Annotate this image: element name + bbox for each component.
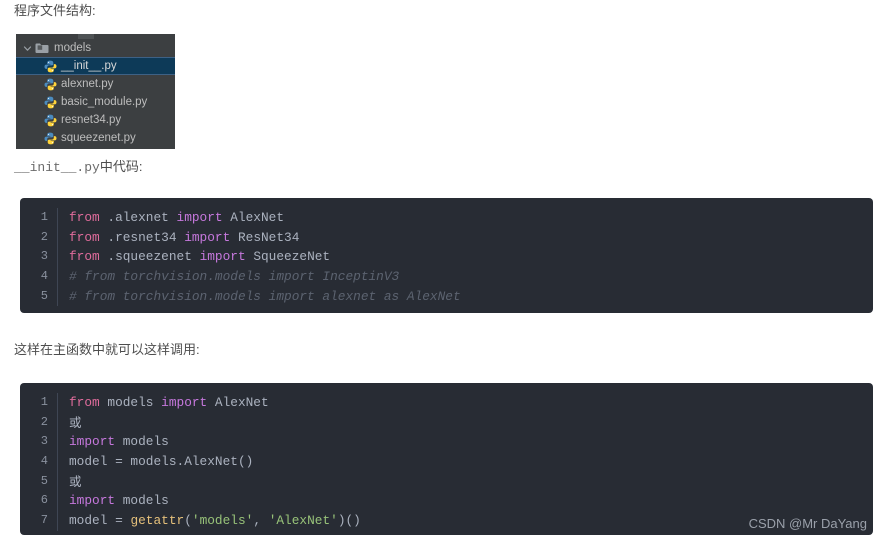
- code-token: ResNet34: [230, 229, 300, 245]
- code-token: 或: [69, 473, 82, 489]
- python-file-icon: [44, 132, 57, 145]
- code-text: import models: [58, 432, 873, 452]
- caption-init-suffix: 中代码:: [99, 159, 143, 174]
- line-number: 3: [40, 434, 48, 449]
- chevron-down-icon[interactable]: [22, 43, 33, 54]
- line-number: 5: [40, 288, 48, 303]
- line-number: 1: [40, 210, 48, 224]
- code-token: SqueezeNet: [245, 249, 331, 265]
- caption-file-structure: 程序文件结构:: [14, 3, 96, 18]
- code-token: model =: [69, 513, 131, 529]
- tree-item-label: models: [54, 42, 92, 54]
- code-text: import models: [58, 491, 873, 511]
- code-token: import: [184, 229, 231, 245]
- python-file-icon: [44, 60, 57, 73]
- tree-item-label: resnet34.py: [61, 114, 122, 126]
- line-number: 4: [40, 454, 48, 469]
- code-line: 3 from .squeezenet import SqueezeNet: [20, 247, 873, 268]
- tree-rows-container: models __init__.py alexnet.py basic_module.…: [16, 39, 175, 147]
- code-token: AlexNet: [207, 395, 269, 410]
- code-token: import: [199, 249, 246, 265]
- code-line: 6 import models: [20, 491, 873, 512]
- python-file-icon: [44, 78, 57, 91]
- tree-item-file-basic-module-py[interactable]: basic_module.py: [16, 93, 175, 111]
- code-text: 或: [58, 472, 873, 493]
- code-token: import: [69, 434, 116, 450]
- code-token: )(): [337, 513, 361, 529]
- caption-main-usage: 这样在主函数中就可以这样调用:: [14, 342, 200, 357]
- project-file-tree: models __init__.py alexnet.py basic_module.…: [16, 34, 175, 149]
- code-line: 7 model = getattr('models', 'AlexNet')(): [20, 511, 873, 531]
- code-token: (: [184, 513, 192, 529]
- tree-item-folder-models[interactable]: models: [16, 39, 175, 57]
- line-number: 3: [40, 249, 48, 264]
- code-text: # from torchvision.models import alexnet…: [58, 287, 873, 307]
- tree-item-file-resnet34-py[interactable]: resnet34.py: [16, 111, 175, 129]
- code-token: ,: [253, 513, 269, 529]
- tree-item-label: __init__.py: [61, 60, 117, 72]
- code-token: 'AlexNet': [268, 513, 338, 529]
- code-token: models: [115, 434, 169, 450]
- line-number: 6: [40, 493, 48, 508]
- tree-item-file-squeezenet-py[interactable]: squeezenet.py: [16, 129, 175, 147]
- code-line: 2或: [20, 412, 873, 434]
- code-text: 或: [58, 413, 873, 434]
- python-file-icon: [44, 114, 57, 127]
- line-number: 2: [40, 229, 48, 244]
- code-token: getattr: [130, 513, 185, 529]
- code-token: 或: [69, 414, 82, 430]
- code-token: AlexNet: [222, 210, 285, 225]
- code-token: from: [69, 395, 100, 410]
- code-text: from .squeezenet import SqueezeNet: [58, 247, 873, 267]
- line-number: 4: [40, 269, 48, 284]
- code-line: 1 from models import AlexNet: [20, 393, 873, 413]
- code-text: from .alexnet import AlexNet: [58, 208, 873, 228]
- csdn-watermark: CSDN @Mr DaYang: [748, 516, 867, 531]
- code-token: .alexnet: [99, 210, 177, 225]
- code-token: .squeezenet: [99, 249, 200, 265]
- code-text: from models import AlexNet: [58, 393, 873, 413]
- code-token: 'models': [191, 513, 254, 529]
- code-line: 5或: [20, 471, 873, 493]
- code-text: # from torchvision.models import Incepti…: [58, 267, 873, 287]
- code-block-init-py[interactable]: 1 from .alexnet import AlexNet 2 from .resn…: [20, 198, 873, 313]
- tree-item-file-alexnet-py[interactable]: alexnet.py: [16, 75, 175, 93]
- code-text: from .resnet34 import ResNet34: [58, 228, 873, 248]
- python-file-icon: [44, 96, 57, 109]
- code-token: import: [176, 210, 223, 225]
- code-token: # from torchvision.models import Incepti…: [69, 269, 400, 285]
- tree-item-label: alexnet.py: [61, 78, 114, 90]
- code-block-main-usage[interactable]: 1 from models import AlexNet 2 或 3 import mod…: [20, 383, 873, 535]
- code-token: models: [115, 493, 169, 509]
- code-token: from: [69, 229, 100, 245]
- code-token: import: [161, 395, 208, 410]
- code-line: 4 # from torchvision.models import Incept…: [20, 267, 873, 287]
- code-line: 5 # from torchvision.models import alexne…: [20, 286, 873, 307]
- code-token: from: [69, 210, 100, 225]
- line-number: 7: [40, 513, 48, 528]
- tree-item-label: basic_module.py: [61, 96, 148, 108]
- code-line: 2 from .resnet34 import ResNet34: [20, 227, 873, 248]
- line-number: 5: [40, 473, 48, 488]
- folder-icon: [35, 42, 49, 54]
- code-line: 3 import models: [20, 432, 873, 453]
- line-number: 1: [40, 395, 48, 409]
- code-token: model = models.AlexNet(): [69, 454, 254, 470]
- code-token: models: [99, 395, 162, 410]
- code-line: 4 model = models.AlexNet(): [20, 452, 873, 472]
- code-line: 1 from .alexnet import AlexNet: [20, 208, 873, 228]
- tree-item-file-init-py[interactable]: __init__.py: [16, 57, 175, 75]
- code-token: .resnet34: [99, 229, 185, 245]
- line-number: 2: [40, 414, 48, 429]
- caption-init-code: __init__.py中代码:: [14, 158, 142, 177]
- tree-item-label: squeezenet.py: [61, 132, 136, 144]
- code-token: # from torchvision.models import alexnet…: [69, 288, 461, 304]
- caption-init-filename: __init__.py: [14, 160, 100, 175]
- code-token: import: [69, 493, 116, 509]
- code-token: from: [69, 249, 100, 265]
- code-text: model = models.AlexNet(): [58, 452, 873, 472]
